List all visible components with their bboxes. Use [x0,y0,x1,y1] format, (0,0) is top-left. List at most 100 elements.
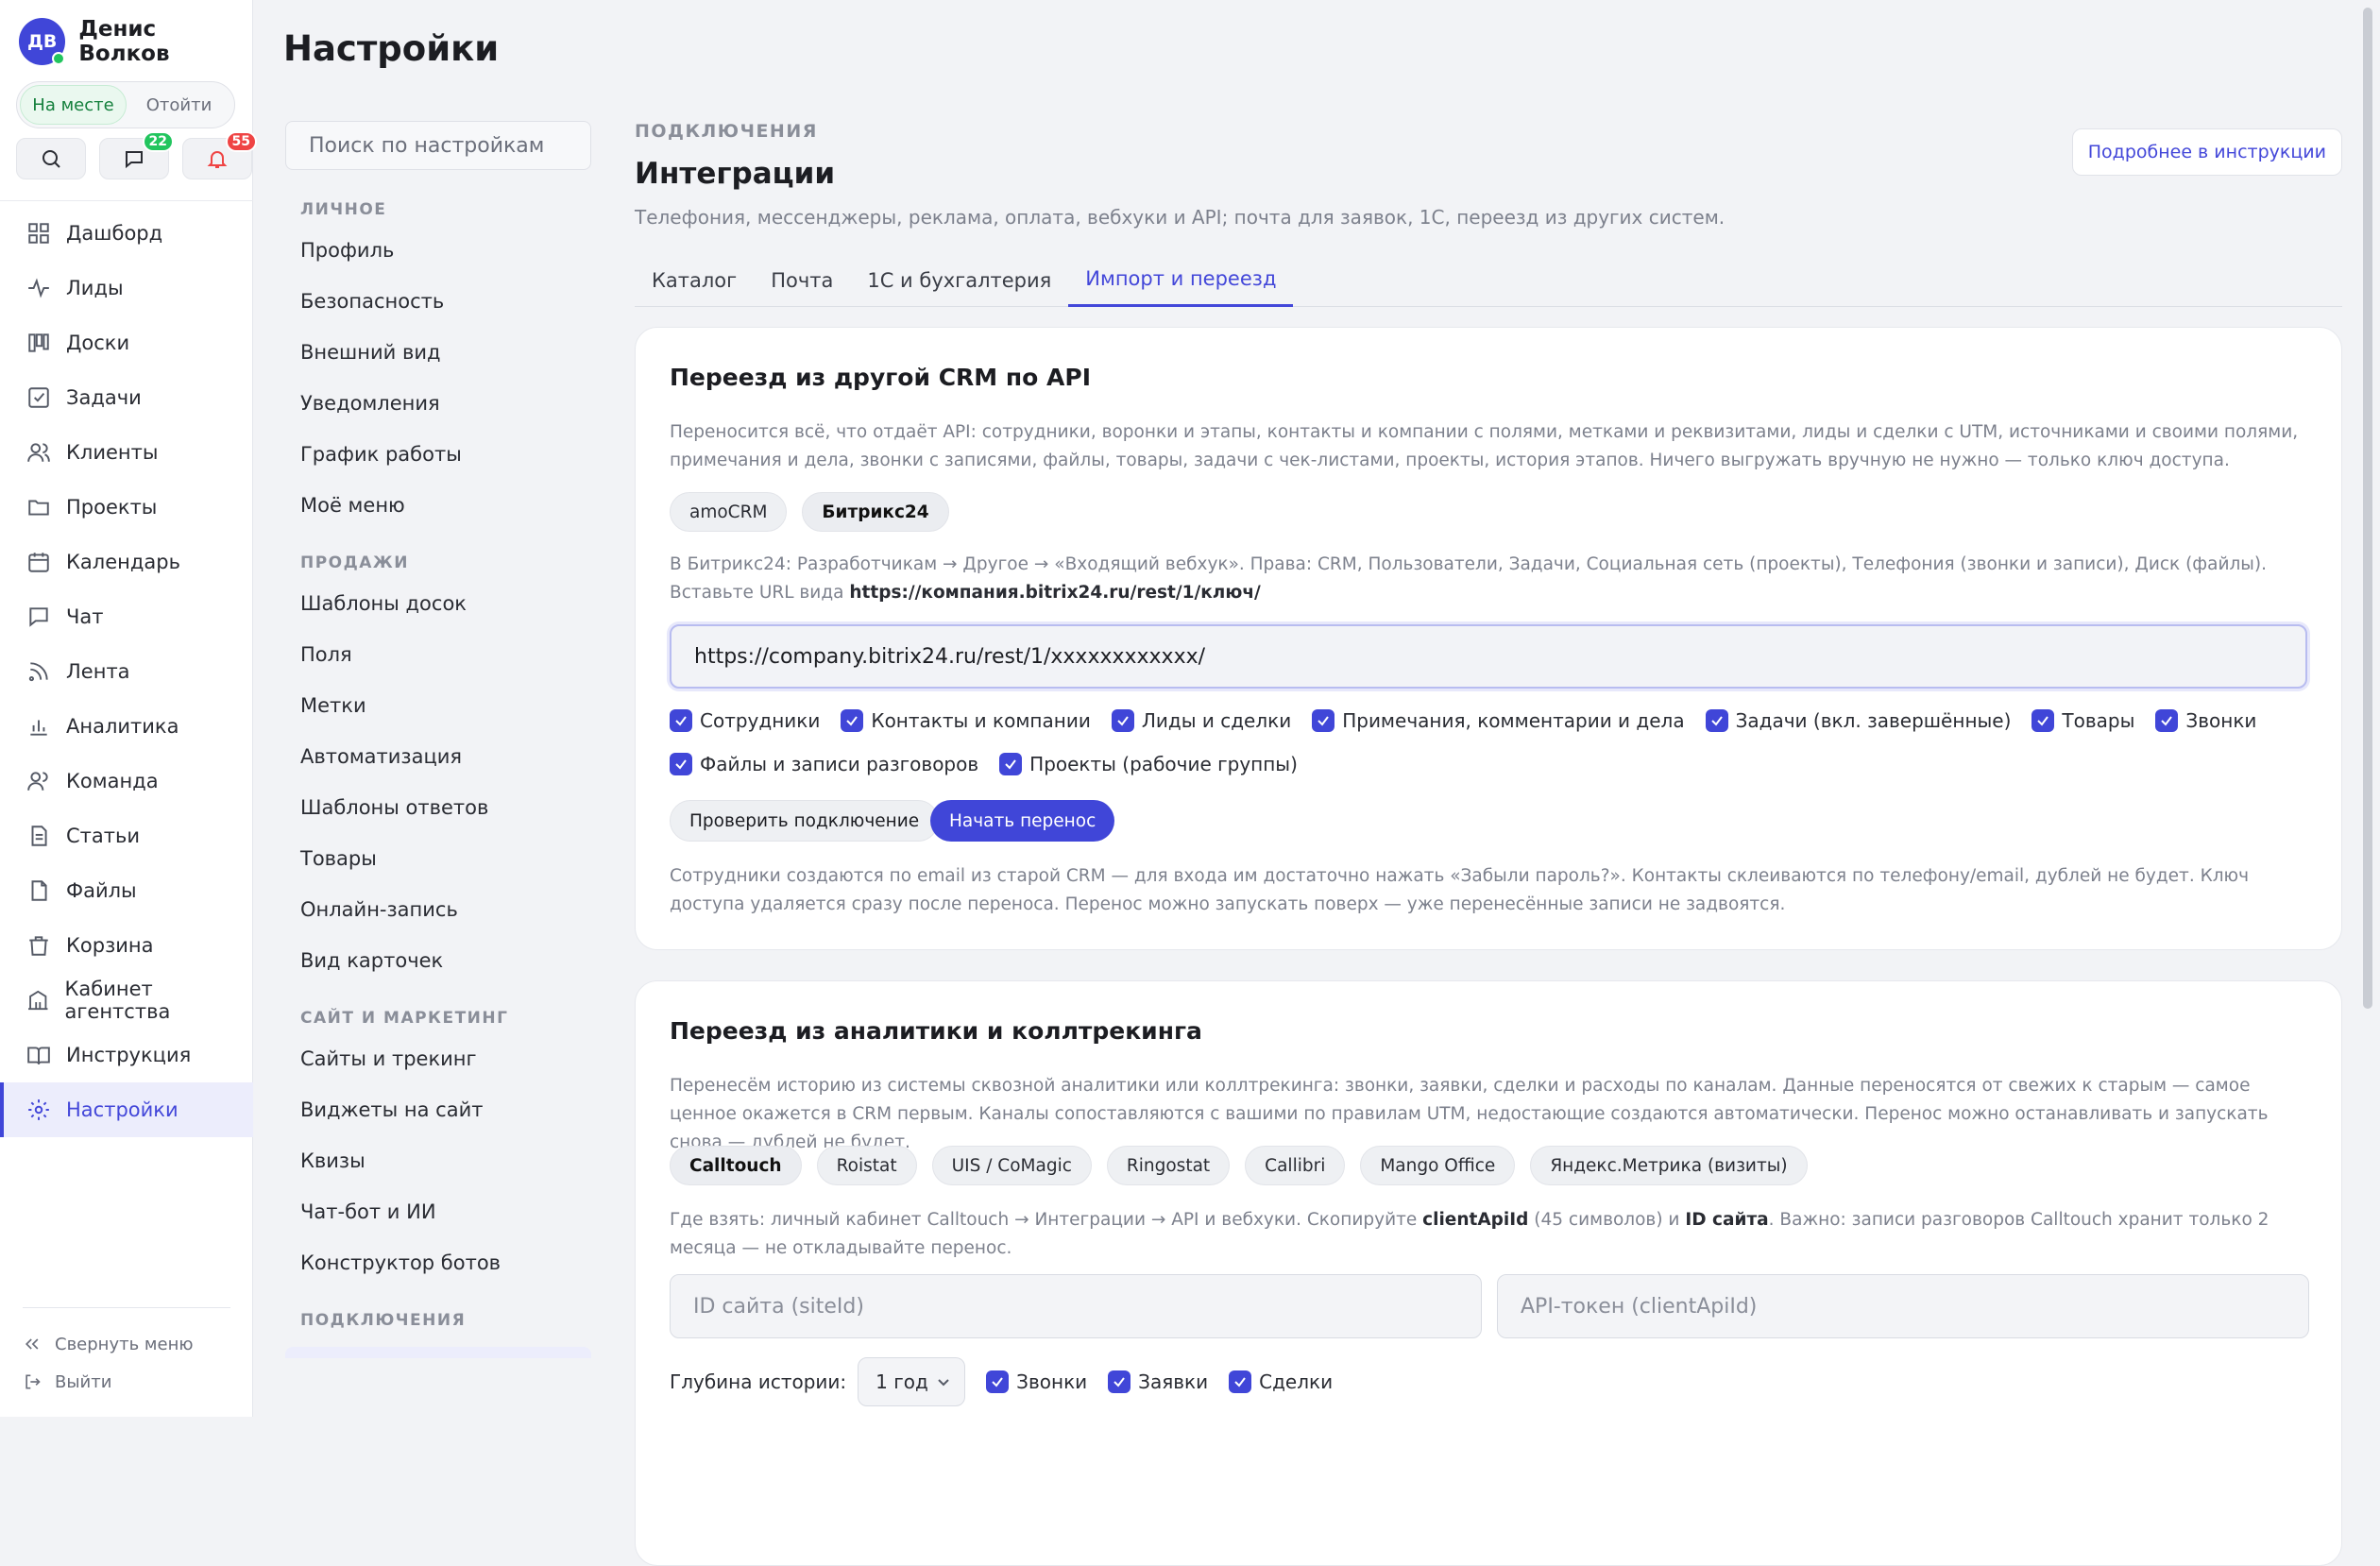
help-link-button[interactable]: Подробнее в инструкции [2071,128,2342,176]
subnav-item-profile[interactable]: Профиль [300,225,591,276]
webhook-url-input[interactable]: https://company.bitrix24.ru/rest/1/xxxxx… [670,624,2307,689]
nav-item-files[interactable]: Файлы [0,863,253,918]
status-present-option[interactable]: На месте [20,85,127,125]
status-away-option[interactable]: Отойти [127,85,231,125]
check-connection-button[interactable]: Проверить подключение [670,800,940,842]
chip-callibri[interactable]: Callibri [1245,1146,1346,1185]
nav-item-boards[interactable]: Доски [0,315,253,370]
subnav-item-integrations[interactable] [285,1347,591,1358]
chip-amocrm[interactable]: amoCRM [670,492,788,532]
hint-text: (45 символов) и [1534,1210,1680,1230]
check-notes-comments[interactable]: Примечания, комментарии и дела [1312,709,1685,732]
settings-search-input[interactable]: Поиск по настройкам [285,121,591,170]
nav-item-manual[interactable]: Инструкция [0,1028,253,1082]
subnav-group-title: САЙТ И МАРКЕТИНГ [300,1009,509,1028]
nav-item-chat[interactable]: Чат [0,589,253,644]
page-scrollbar-thumb[interactable] [2363,8,2372,1009]
subnav-item-bot-builder[interactable]: Конструктор ботов [300,1237,591,1288]
history-depth-select[interactable]: 1 год [858,1357,966,1406]
subnav-item-security[interactable]: Безопасность [300,276,591,327]
chat-icon [29,607,48,627]
nav-item-dashboard[interactable]: Дашборд [0,206,253,261]
nav-item-trash[interactable]: Корзина [0,918,253,973]
subnav-item-automation[interactable]: Автоматизация [300,731,591,782]
nav-item-settings[interactable]: Настройки [0,1082,253,1137]
check-label: Сделки [1259,1370,1334,1393]
subnav-item-my-menu[interactable]: Моё меню [300,480,591,531]
subnav-group-title: ПОДКЛЮЧЕНИЯ [300,1311,467,1330]
trash-icon [29,936,48,956]
presence-toggle: На месте Отойти [16,81,235,128]
card-description: Перенесём историю из системы сквозной ан… [670,1076,2269,1152]
logout-button[interactable]: Выйти [23,1363,230,1401]
subnav-item-card-view[interactable]: Вид карточек [300,935,591,986]
nav-item-agency[interactable]: Кабинет агентства [0,973,253,1028]
check-contacts-companies[interactable]: Контакты и компании [841,709,1091,732]
subnav-item-products[interactable]: Товары [300,833,591,884]
subnav-item-site-widgets[interactable]: Виджеты на сайт [300,1084,591,1135]
tab-import-migration[interactable]: Импорт и переезд [1068,253,1294,307]
check-products[interactable]: Товары [2032,709,2134,732]
notifications-button[interactable]: 55 [182,131,257,179]
check-leads-deals[interactable]: Лиды и сделки [1111,709,1291,732]
calendar-icon [28,553,49,572]
nav-item-leads[interactable]: Лиды [0,261,253,315]
check-calls[interactable]: Звонки [2155,709,2256,732]
analytics-source-chips: Calltouch Roistat UIS / CoMagic Ringosta… [670,1146,1808,1185]
check-files-recordings[interactable]: Файлы и записи разговоров [670,753,978,775]
chip-bitrix24[interactable]: Битрикс24 [802,492,949,532]
check-employees[interactable]: Сотрудники [670,709,820,732]
api-token-input[interactable]: API-токен (clientApiId) [1497,1274,2309,1338]
subnav-item-schedule[interactable]: График работы [300,429,591,480]
subnav-item-online-booking[interactable]: Онлайн-запись [300,884,591,935]
subnav-item-reply-templates[interactable]: Шаблоны ответов [300,782,591,833]
sidebar-footer: Свернуть меню Выйти [23,1307,230,1401]
subnav-item-tags[interactable]: Метки [300,680,591,731]
subnav-item-notifications[interactable]: Уведомления [300,378,591,429]
user-profile[interactable]: ДВ Денис Волков [19,17,252,66]
nav-item-label: Файлы [66,879,137,902]
site-id-input[interactable]: ID сайта (siteId) [670,1274,1482,1338]
nav-item-tasks[interactable]: Задачи [0,370,253,425]
chip-yandex-metrika[interactable]: Яндекс.Метрика (визиты) [1530,1146,1808,1185]
chip-calltouch[interactable]: Calltouch [670,1146,802,1185]
collapse-menu-button[interactable]: Свернуть меню [23,1325,230,1363]
nav-item-feed[interactable]: Лента [0,644,253,699]
hint-key: clientApiId [1422,1210,1529,1230]
tab-catalog[interactable]: Каталог [635,253,754,307]
subnav-item-quizzes[interactable]: Квизы [300,1135,591,1186]
nav-item-label: Дашборд [66,222,163,245]
nav-item-projects[interactable]: Проекты [0,480,253,535]
check-history-deals[interactable]: Сделки [1229,1370,1333,1393]
divider [0,200,253,201]
settings-subnav: Поиск по настройкам ЛИЧНОЕ Профиль Безоп… [285,121,591,1417]
nav-item-calendar[interactable]: Календарь [0,535,253,589]
search-button[interactable] [16,138,86,179]
bell-icon [207,151,228,168]
chip-uis-comagic[interactable]: UIS / CoMagic [931,1146,1092,1185]
start-migration-button[interactable]: Начать перенос [930,800,1115,842]
nav-item-team[interactable]: Команда [0,754,253,809]
check-history-calls[interactable]: Звонки [986,1370,1087,1393]
tab-mail[interactable]: Почта [754,253,850,307]
subnav-item-appearance[interactable]: Внешний вид [300,327,591,378]
chip-mango-office[interactable]: Mango Office [1360,1146,1516,1185]
nav-item-articles[interactable]: Статьи [0,809,253,863]
chip-roistat[interactable]: Roistat [816,1146,917,1185]
subnav-item-chatbot-ai[interactable]: Чат-бот и ИИ [300,1186,591,1237]
subnav-item-fields[interactable]: Поля [300,629,591,680]
checkbox-checked-icon [670,709,692,732]
bitrix-hint: В Битрикс24: Разработчикам → Другое → «В… [670,551,2304,607]
messages-button[interactable]: 22 [99,131,174,179]
nav-item-clients[interactable]: Клиенты [0,425,253,480]
subnav-item-board-templates[interactable]: Шаблоны досок [300,578,591,629]
tab-1c-accounting[interactable]: 1С и бухгалтерия [850,253,1068,307]
message-icon [126,151,143,169]
nav-item-analytics[interactable]: Аналитика [0,699,253,754]
check-history-requests[interactable]: Заявки [1108,1370,1208,1393]
chip-ringostat[interactable]: Ringostat [1106,1146,1231,1185]
check-projects[interactable]: Проекты (рабочие группы) [999,753,1298,775]
subnav-item-sites-tracking[interactable]: Сайты и трекинг [300,1033,591,1084]
crm-footnote: Сотрудники создаются по email из старой … [670,866,2250,914]
check-tasks[interactable]: Задачи (вкл. завершённые) [1705,709,2011,732]
